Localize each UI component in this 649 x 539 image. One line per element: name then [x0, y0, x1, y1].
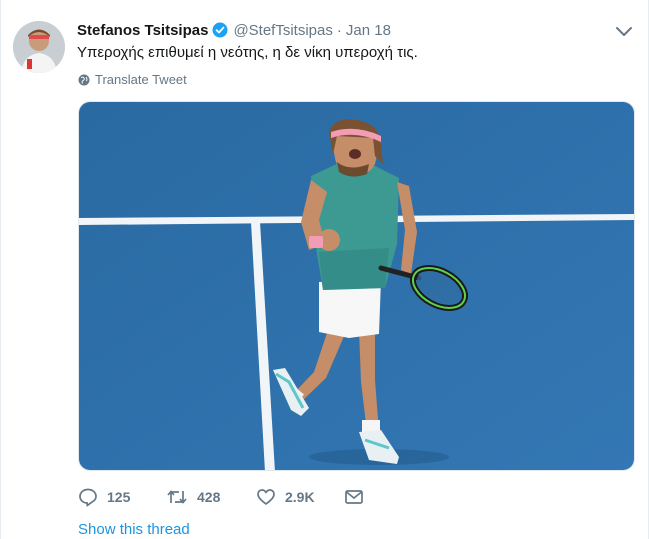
author-handle[interactable]: @StefTsitsipas — [233, 22, 332, 39]
retweet-count: 428 — [197, 489, 221, 505]
retweet-button[interactable]: 428 — [166, 486, 220, 508]
translate-label: Translate Tweet — [95, 72, 187, 87]
separator-dot: · — [336, 21, 342, 39]
verified-badge-icon — [212, 22, 228, 38]
translate-tweet-link[interactable]: Translate Tweet — [78, 72, 187, 87]
tweet-actions: 125 428 2.9K — [78, 486, 498, 508]
reply-button[interactable]: 125 — [78, 486, 130, 508]
tweet-photo[interactable] — [78, 101, 635, 471]
avatar[interactable] — [13, 21, 65, 73]
retweet-icon — [166, 487, 188, 507]
show-thread-link[interactable]: Show this thread — [78, 521, 190, 538]
author-name[interactable]: Stefanos Tsitsipas — [77, 22, 208, 39]
direct-message-icon — [344, 487, 364, 507]
tweet-text: Υπεροχής επιθυμεί η νεότης, η δε νίκη υπ… — [77, 44, 418, 61]
globe-icon — [78, 74, 90, 86]
chevron-down-icon[interactable] — [613, 24, 635, 40]
tweet-card[interactable]: Stefanos Tsitsipas @StefTsitsipas · Jan … — [0, 0, 649, 539]
reply-count: 125 — [107, 489, 131, 505]
like-icon — [256, 487, 276, 507]
tweet-timestamp[interactable]: Jan 18 — [346, 22, 391, 39]
direct-message-button[interactable] — [344, 486, 364, 508]
reply-icon — [78, 487, 98, 507]
like-count: 2.9K — [285, 489, 315, 505]
tweet-header: Stefanos Tsitsipas @StefTsitsipas · Jan … — [77, 20, 391, 40]
like-button[interactable]: 2.9K — [256, 486, 315, 508]
